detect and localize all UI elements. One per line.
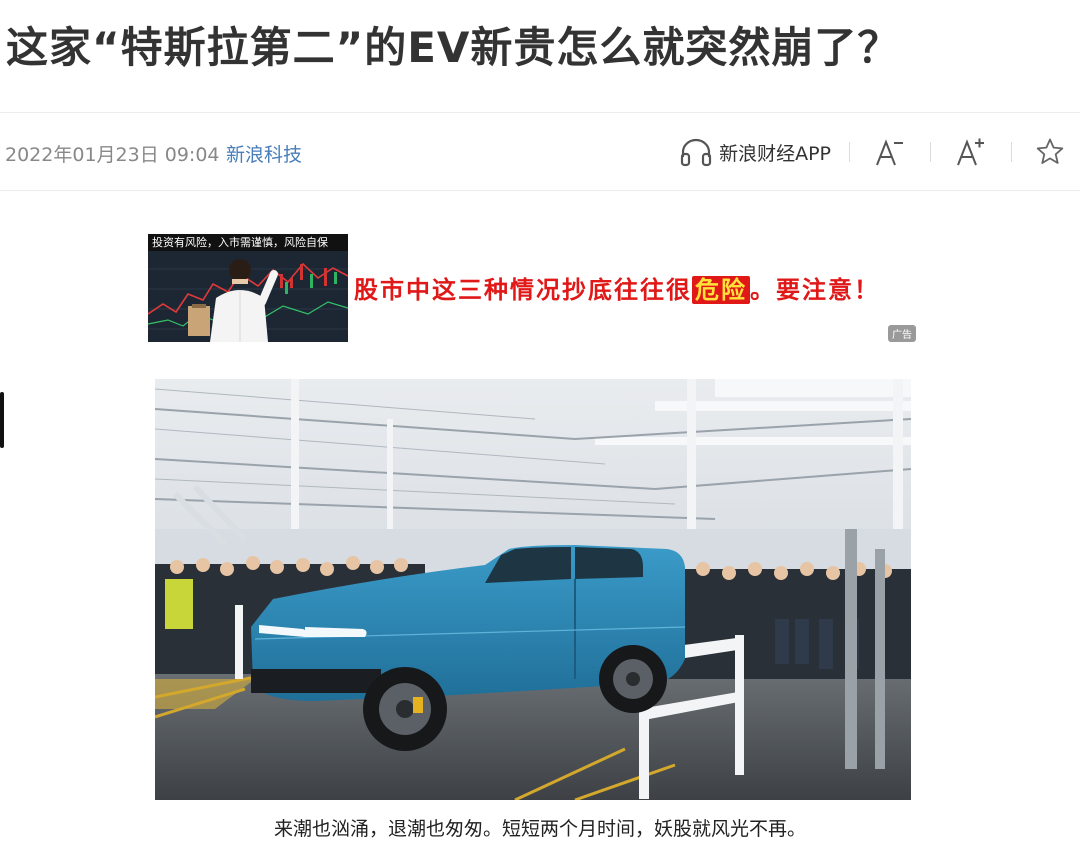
headphones-icon bbox=[680, 138, 712, 167]
star-icon bbox=[1036, 138, 1064, 164]
source-link[interactable]: 新浪科技 bbox=[226, 140, 302, 167]
article-photo bbox=[155, 379, 911, 800]
font-increase-icon bbox=[957, 138, 984, 166]
advertisement-banner[interactable]: 投资有风险，入市需谨慎，风险自保 股市中这三种情况抄底往往很 危险 。要注意！ 广告 bbox=[148, 234, 916, 342]
favorite-button[interactable] bbox=[1030, 132, 1070, 172]
title-divider bbox=[0, 112, 1080, 113]
toolbar-divider bbox=[849, 142, 850, 162]
app-label: 新浪财经APP bbox=[719, 142, 831, 165]
ad-risk-warning: 投资有风险，入市需谨慎，风险自保 bbox=[148, 234, 348, 251]
ad-headline: 股市中这三种情况抄底往往很 危险 。要注意！ bbox=[354, 276, 880, 304]
photo-caption: 来潮也汹涌，退潮也匆匆。短短两个月时间，妖股就风光不再。 bbox=[273, 818, 806, 840]
ad-image: 投资有风险，入市需谨慎，风险自保 bbox=[148, 234, 348, 342]
side-edge-marker bbox=[0, 392, 4, 448]
publish-datetime: 2022年01月23日 09:04 bbox=[5, 144, 220, 166]
font-increase-button[interactable] bbox=[949, 132, 993, 172]
toolbar-divider bbox=[1011, 142, 1012, 162]
ad-badge: 广告 bbox=[888, 325, 916, 342]
toolbar-divider bbox=[930, 142, 931, 162]
article-toolbar: 新浪财经APP bbox=[679, 130, 1070, 174]
font-decrease-button[interactable] bbox=[868, 132, 912, 172]
article-title: 这家“特斯拉第二”的EV新贵怎么就突然崩了？ bbox=[6, 23, 901, 72]
meta-divider bbox=[0, 190, 1080, 191]
app-download-link[interactable]: 新浪财经APP bbox=[679, 137, 831, 167]
ad-highlight: 危险 bbox=[692, 276, 750, 304]
font-decrease-icon bbox=[876, 139, 903, 166]
